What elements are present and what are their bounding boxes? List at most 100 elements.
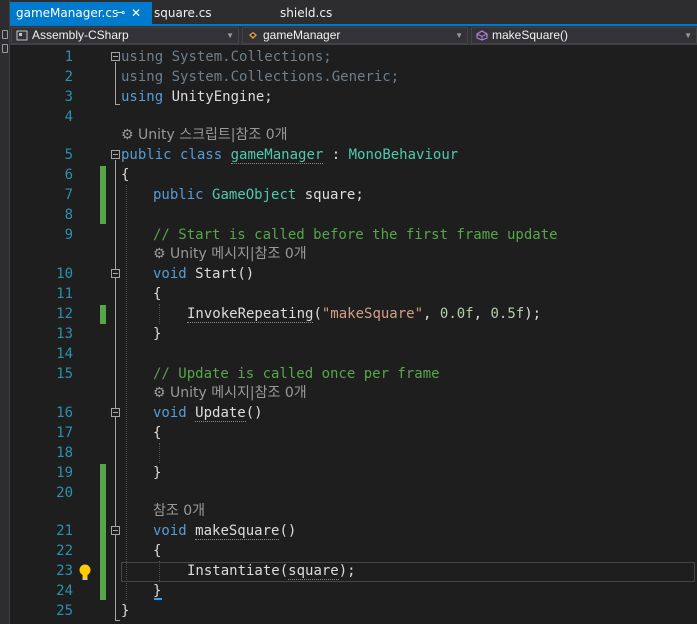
code-editor[interactable]: 1 2 3 4 5 6 7 8 9 10 11 12 13 14 15 16 1… xyxy=(10,46,697,624)
line-number: 13 xyxy=(56,326,73,342)
code-line-19: } xyxy=(153,465,162,481)
line-number: 25 xyxy=(56,603,73,619)
code-line-16: void Update() xyxy=(153,403,263,423)
codelens-text: Unity 스크립트|참조 0개 xyxy=(138,127,288,143)
server-explorer-icon[interactable] xyxy=(2,44,8,53)
keyword-void: void xyxy=(153,523,187,539)
member-name: makeSquare() xyxy=(492,28,569,42)
line-number: 15 xyxy=(56,366,73,382)
keyword-public: public xyxy=(121,147,172,163)
fold-icon[interactable] xyxy=(111,150,120,159)
code-line-10: void Start() xyxy=(153,264,254,284)
brace-match-marker xyxy=(154,598,162,600)
indent-guide xyxy=(159,304,160,324)
line-number: 4 xyxy=(64,109,73,125)
line-number: 6 xyxy=(64,167,73,183)
base-class: MonoBehaviour xyxy=(348,147,459,163)
member-dropdown[interactable]: makeSquare() ▼ xyxy=(471,27,697,44)
line-number: 20 xyxy=(56,485,73,501)
outline-end xyxy=(115,620,120,621)
tab-gamemanager[interactable]: gameManager.cs ⊸ ✕ xyxy=(10,2,152,24)
params: () xyxy=(279,523,297,539)
codelens-text: Unity 메시지|참조 0개 xyxy=(170,246,307,262)
glyph-margin xyxy=(10,46,33,624)
codelens-makesquare[interactable]: 참조 0개 xyxy=(153,502,205,520)
codelens-text: Unity 메시지|참조 0개 xyxy=(170,385,307,401)
method-name: Start xyxy=(195,266,238,282)
line-number: 14 xyxy=(56,346,73,362)
code-line-3: using UnityEngine; xyxy=(121,87,273,107)
change-marker xyxy=(100,166,106,224)
codelens-text: 참조 0개 xyxy=(153,503,205,519)
line-number: 21 xyxy=(56,523,73,539)
method-call: Instantiate xyxy=(187,563,280,579)
code-line-2: using System.Collections.Generic; xyxy=(121,67,399,87)
codelens-class[interactable]: ⚙ Unity 스크립트|참조 0개 xyxy=(121,126,287,144)
line-number: 17 xyxy=(56,425,73,441)
code-line-17: { xyxy=(153,425,162,441)
namespace: UnityEngine; xyxy=(163,89,273,105)
number-literal: 0.5f xyxy=(490,306,525,322)
code-line-7: public GameObject square; xyxy=(153,185,364,205)
method-icon xyxy=(476,30,488,41)
tab-label: gameManager.cs xyxy=(16,6,119,20)
outline-line xyxy=(115,160,116,620)
lightbulb-icon[interactable] xyxy=(78,563,92,581)
paren: ); xyxy=(524,306,542,322)
line-number: 24 xyxy=(56,583,73,599)
fold-icon[interactable] xyxy=(111,269,120,278)
code-line-12: InvokeRepeating("makeSquare", 0.0f, 0.5f… xyxy=(187,304,541,324)
change-marker xyxy=(100,305,106,324)
line-number: 3 xyxy=(64,89,73,105)
tab-square[interactable]: square.cs xyxy=(148,2,248,24)
unity-icon: ⚙ xyxy=(121,127,139,143)
class-dropdown[interactable]: gameManager ▼ xyxy=(242,27,468,44)
tab-label: square.cs xyxy=(154,6,212,20)
codelens-update[interactable]: ⚙ Unity 메시지|참조 0개 xyxy=(153,384,307,402)
line-number: 19 xyxy=(56,465,73,481)
code-line-5: public class gameManager : MonoBehaviour xyxy=(121,145,458,165)
number-literal: 0.0f xyxy=(439,306,474,322)
fold-icon[interactable] xyxy=(111,408,120,417)
field-name: square; xyxy=(296,187,364,203)
line-number: 1 xyxy=(64,49,73,65)
code-line-11: { xyxy=(153,286,162,302)
keyword-public: public xyxy=(153,187,204,203)
code-line-22: { xyxy=(153,543,162,559)
outline-end xyxy=(115,104,120,105)
code-line-21: void makeSquare() xyxy=(153,521,296,541)
indent-guide xyxy=(126,185,127,600)
fold-icon[interactable] xyxy=(111,526,120,535)
line-number: 11 xyxy=(56,286,73,302)
left-toolbar-strip xyxy=(0,0,10,624)
code-line-9: // Start is called before the first fram… xyxy=(153,227,558,243)
change-marker xyxy=(100,464,106,600)
comma: , xyxy=(423,306,440,322)
line-number: 7 xyxy=(64,187,73,203)
pin-icon[interactable]: ⊸ xyxy=(116,2,125,24)
project-dropdown[interactable]: Assembly-CSharp ▼ xyxy=(11,27,239,44)
method-name: makeSquare xyxy=(195,523,280,540)
line-number: 18 xyxy=(56,445,73,461)
paren: ( xyxy=(279,563,289,579)
code-line-25: } xyxy=(121,603,130,619)
outline-line xyxy=(115,62,116,104)
namespace: System.Collections; xyxy=(163,49,332,65)
fold-icon[interactable] xyxy=(111,52,120,61)
keyword-using: using xyxy=(121,89,164,105)
project-icon xyxy=(16,30,28,41)
paren: ( xyxy=(313,306,322,322)
close-icon[interactable]: ✕ xyxy=(131,2,141,24)
line-number: 10 xyxy=(56,266,73,282)
line-number: 8 xyxy=(64,207,73,223)
toolbox-icon[interactable] xyxy=(2,30,8,39)
chevron-down-icon: ▼ xyxy=(455,31,463,40)
params: () xyxy=(237,266,255,282)
keyword-using: using xyxy=(121,49,164,65)
chevron-down-icon: ▼ xyxy=(226,31,234,40)
project-name: Assembly-CSharp xyxy=(32,28,129,42)
tab-shield[interactable]: shield.cs xyxy=(274,2,374,24)
separator: : xyxy=(323,147,349,163)
codelens-start[interactable]: ⚙ Unity 메시지|참조 0개 xyxy=(153,245,307,263)
code-line-6: { xyxy=(121,167,130,183)
